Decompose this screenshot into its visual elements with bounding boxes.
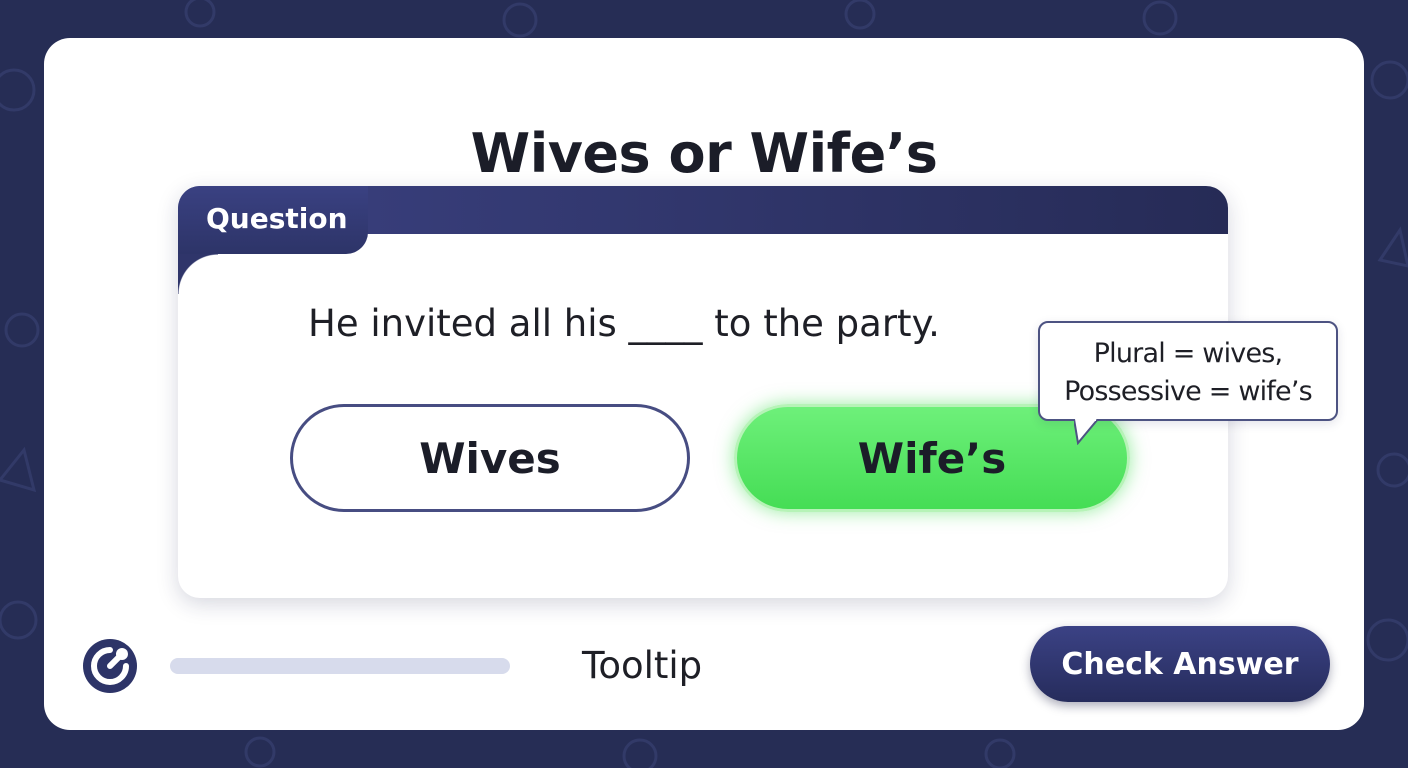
- page-title: Wives or Wife’s: [470, 122, 938, 185]
- question-tab-label: Question: [206, 202, 348, 235]
- option-label: Wife’s: [857, 433, 1007, 483]
- question-tab-corner: [178, 254, 218, 294]
- tooltip-line-1: Plural = wives,: [1093, 338, 1283, 369]
- hint-tooltip: Plural = wives, Possessive = wife’s: [1038, 321, 1338, 445]
- logo-icon: [83, 639, 137, 693]
- question-tab: Question: [178, 186, 368, 254]
- tooltip-tail-icon: [1074, 419, 1099, 445]
- option-label: Wives: [419, 433, 561, 483]
- check-answer-button[interactable]: Check Answer: [1030, 626, 1330, 702]
- tooltip-line-2: Possessive = wife’s: [1064, 376, 1313, 407]
- tooltip-label: Tooltip: [582, 644, 703, 687]
- question-text: He invited all his ____ to the party.: [308, 302, 940, 345]
- progress-bar: [170, 658, 510, 674]
- option-wives-button[interactable]: Wives: [290, 404, 690, 512]
